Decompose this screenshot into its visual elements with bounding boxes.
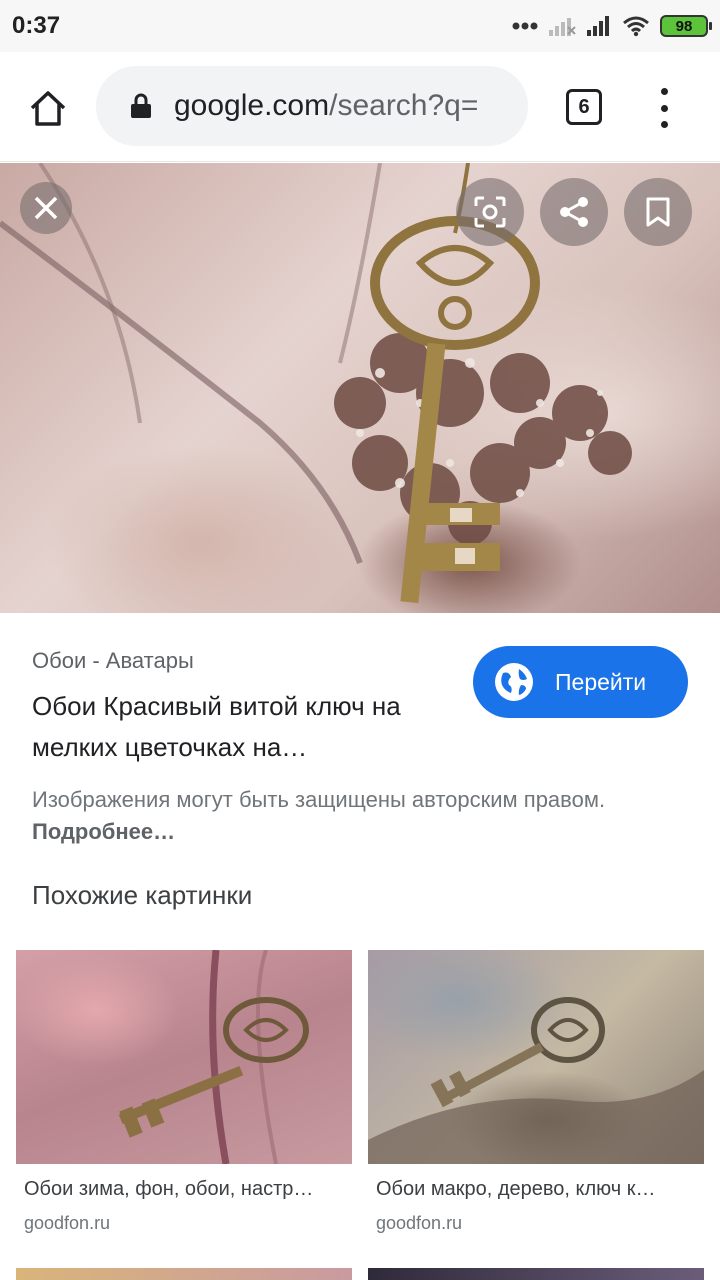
home-button[interactable]	[22, 82, 74, 134]
address-bar[interactable]: google.com/search?q=	[96, 66, 528, 146]
result-source[interactable]: Обои - Аватары	[32, 648, 194, 674]
battery-indicator: 98	[660, 15, 712, 37]
similar-image-thumbnail[interactable]	[368, 1268, 704, 1280]
share-icon	[560, 197, 588, 227]
close-icon	[34, 196, 58, 220]
similar-image-domain: goodfon.ru	[24, 1213, 111, 1233]
similar-image-thumbnail[interactable]	[16, 1268, 352, 1280]
visit-button-label: Перейти	[555, 668, 647, 695]
url-path: /search?q=	[329, 89, 479, 122]
bookmark-button[interactable]	[624, 178, 692, 246]
key-illustration	[0, 163, 632, 604]
similar-image-title: Обои макро, дерево, ключ к…	[376, 1178, 656, 1200]
similar-image-domain: goodfon.ru	[376, 1213, 463, 1233]
similar-image-title: Обои зима, фон, обои, настр…	[24, 1178, 314, 1200]
similar-image-card[interactable]: Обои зима, фон, обои, настр… goodfon.ru	[16, 950, 352, 1234]
status-time: 0:37	[12, 12, 61, 39]
wifi-icon	[623, 16, 649, 37]
menu-icon[interactable]	[650, 88, 678, 128]
similar-image-card[interactable]: Обои макро, дерево, ключ к… goodfon.ru	[368, 950, 704, 1234]
browser-toolbar: google.com/search?q= 6	[0, 52, 720, 162]
visit-button[interactable]: Перейти	[473, 646, 688, 718]
result-title[interactable]: Обои Красивый витой ключ на мелких цвето…	[32, 686, 432, 768]
copyright-text: Изображения могут быть защищены авторски…	[32, 787, 606, 812]
signal-weak-icon	[549, 18, 576, 36]
similar-image-thumbnail[interactable]	[16, 950, 352, 1164]
share-button[interactable]	[540, 178, 608, 246]
preview-image[interactable]	[0, 163, 720, 613]
home-icon	[30, 91, 66, 126]
status-bar: 0:37 98	[0, 0, 720, 52]
lens-button[interactable]	[456, 178, 524, 246]
lock-icon	[131, 93, 151, 118]
learn-more-link[interactable]: Подробнее…	[32, 819, 175, 844]
close-button[interactable]	[20, 182, 72, 234]
signal-strong-icon	[587, 16, 609, 36]
notification-dots-icon	[512, 22, 538, 30]
url-domain: google.com	[174, 89, 330, 122]
globe-icon	[495, 663, 533, 701]
tab-count: 6	[578, 95, 590, 118]
tab-switcher-button[interactable]: 6	[566, 89, 602, 125]
lens-icon	[474, 196, 506, 228]
battery-level: 98	[675, 17, 693, 35]
similar-images-heading: Похожие картинки	[32, 880, 253, 910]
url-text: google.com/search?q=	[174, 89, 478, 123]
copyright-notice: Изображения могут быть защищены авторски…	[32, 784, 692, 848]
status-icons: 98	[512, 12, 712, 40]
bookmark-icon	[646, 197, 670, 227]
similar-image-thumbnail[interactable]	[368, 950, 704, 1164]
